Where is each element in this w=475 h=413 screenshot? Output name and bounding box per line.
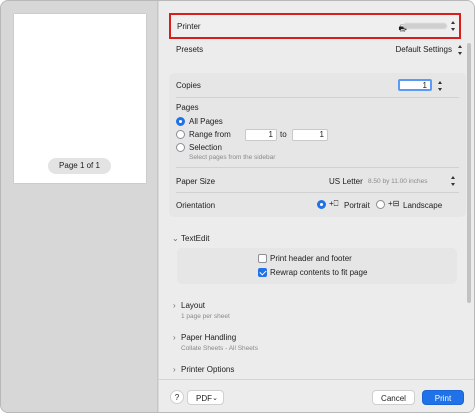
copies-label: Copies bbox=[176, 81, 201, 90]
landscape-radio[interactable] bbox=[376, 200, 385, 209]
layout-chevron-right-icon[interactable]: › bbox=[173, 301, 176, 310]
settings-scrollbar[interactable] bbox=[466, 41, 472, 375]
layout-heading[interactable]: Layout bbox=[181, 301, 205, 310]
all-pages-label: All Pages bbox=[189, 117, 223, 126]
selection-hint: Select pages from the sidebar bbox=[189, 154, 276, 161]
range-from-label: Range from bbox=[189, 130, 231, 139]
rewrap-checkbox[interactable] bbox=[258, 268, 267, 277]
cancel-button[interactable]: Cancel bbox=[372, 390, 415, 405]
page-indicator: Page 1 of 1 bbox=[48, 158, 111, 174]
divider bbox=[176, 167, 459, 168]
range-to-label: to bbox=[280, 130, 287, 139]
paper-size-detail: 8.50 by 11.00 inches bbox=[368, 178, 428, 185]
pdf-menu-button[interactable]: PDF ⌄ bbox=[187, 390, 224, 405]
paper-size-label: Paper Size bbox=[176, 177, 216, 186]
pages-heading: Pages bbox=[176, 103, 199, 112]
portrait-label: Portrait bbox=[344, 201, 370, 210]
chevron-down-icon: ⌄ bbox=[212, 395, 218, 402]
help-button[interactable]: ? bbox=[170, 390, 184, 404]
printer-name-redacted bbox=[403, 23, 447, 29]
header-footer-checkbox[interactable] bbox=[258, 254, 267, 263]
divider bbox=[176, 192, 459, 193]
main-settings-section: Copies 1 Pages All Pages Range from 1 to… bbox=[169, 73, 466, 217]
landscape-label: Landscape bbox=[403, 201, 443, 210]
presets-value: Default Settings bbox=[395, 45, 452, 54]
printer-popup-arrows-icon bbox=[450, 21, 456, 31]
textedit-heading[interactable]: TextEdit bbox=[181, 234, 209, 243]
layout-summary: 1 page per sheet bbox=[181, 313, 230, 320]
divider bbox=[176, 97, 459, 98]
pdf-label: PDF bbox=[196, 394, 212, 403]
textedit-options: Print header and footer Rewrap contents … bbox=[177, 248, 457, 284]
paper-size-popup-arrows-icon[interactable] bbox=[450, 176, 456, 186]
printer-options-chevron-right-icon[interactable]: › bbox=[173, 365, 176, 374]
paper-size-value[interactable]: US Letter bbox=[329, 177, 363, 186]
print-dialog: Page 1 of 1 Printer 🖶 Presets Default Se… bbox=[0, 0, 475, 413]
header-footer-label: Print header and footer bbox=[270, 254, 352, 263]
paper-handling-chevron-right-icon[interactable]: › bbox=[173, 333, 176, 342]
copies-input[interactable]: 1 bbox=[398, 79, 432, 91]
portrait-radio[interactable] bbox=[317, 200, 326, 209]
printer-options-heading[interactable]: Printer Options bbox=[181, 365, 234, 374]
landscape-icon: +⊟ bbox=[388, 199, 400, 208]
copies-stepper-icon[interactable] bbox=[437, 81, 443, 91]
range-from-input[interactable]: 1 bbox=[245, 129, 277, 141]
textedit-chevron-down-icon[interactable]: ⌄ bbox=[172, 234, 179, 243]
selection-label: Selection bbox=[189, 143, 222, 152]
preview-pane: Page 1 of 1 bbox=[1, 1, 158, 412]
all-pages-radio[interactable] bbox=[176, 117, 185, 126]
dialog-footer: ? PDF ⌄ Cancel Print bbox=[159, 379, 474, 412]
orientation-label: Orientation bbox=[176, 201, 216, 210]
presets-row[interactable]: Presets Default Settings bbox=[169, 43, 466, 57]
printer-label: Printer bbox=[177, 22, 201, 31]
presets-label: Presets bbox=[176, 45, 204, 54]
range-radio[interactable] bbox=[176, 130, 185, 139]
settings-pane: Printer 🖶 Presets Default Settings Copie… bbox=[159, 1, 474, 412]
printer-selector[interactable]: Printer 🖶 bbox=[169, 13, 461, 39]
presets-popup-arrows-icon bbox=[457, 45, 463, 55]
print-button[interactable]: Print bbox=[422, 390, 464, 405]
range-to-input[interactable]: 1 bbox=[292, 129, 328, 141]
scrollbar-thumb[interactable] bbox=[467, 43, 471, 303]
paper-handling-heading[interactable]: Paper Handling bbox=[181, 333, 236, 342]
paper-handling-summary: Collate Sheets - All Sheets bbox=[181, 345, 258, 352]
portrait-icon: +⎕ bbox=[329, 199, 339, 208]
rewrap-label: Rewrap contents to fit page bbox=[270, 268, 368, 277]
selection-radio[interactable] bbox=[176, 143, 185, 152]
